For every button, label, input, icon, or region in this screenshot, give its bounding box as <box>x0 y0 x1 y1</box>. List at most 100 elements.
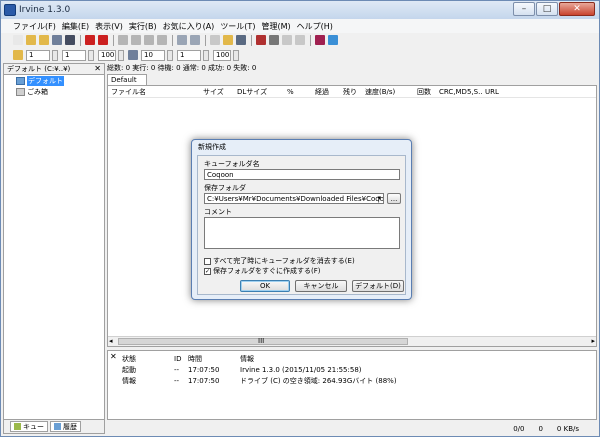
tree-item-trash[interactable]: ごみ箱 <box>4 86 104 97</box>
connections-field[interactable]: 1 <box>26 49 50 61</box>
tree-item-default[interactable]: デフォルト <box>4 75 104 86</box>
col-elapsed[interactable]: 経過 <box>312 87 340 97</box>
connections-spinner[interactable] <box>52 49 58 61</box>
interval-spinner[interactable] <box>167 49 173 61</box>
col-size[interactable]: サイズ <box>200 87 234 97</box>
save-folder-label: 保存フォルダ <box>204 184 246 192</box>
save-folder-combo[interactable]: C:¥Users¥Mr¥Documents¥Downloaded Files¥C… <box>204 193 384 204</box>
queue-folder-label: キューフォルダ名 <box>204 160 260 168</box>
speed-spinner[interactable] <box>233 49 239 61</box>
browse-button[interactable]: ... <box>387 193 401 204</box>
menu-edit[interactable]: 編集(E) <box>62 21 89 32</box>
col-state[interactable]: 状態 <box>122 354 174 364</box>
col-count[interactable]: 回数 <box>414 87 436 97</box>
close-icon[interactable]: ✕ <box>94 64 101 73</box>
log-id: -- <box>174 376 180 385</box>
checkbox-label: 保存フォルダをすぐに作成する(F) <box>213 267 321 275</box>
stop-icon[interactable] <box>118 35 128 45</box>
col-percent[interactable]: % <box>284 88 312 96</box>
default-button[interactable]: デフォルト(D) <box>352 280 404 292</box>
retries-spinner[interactable] <box>88 49 94 61</box>
page-icon[interactable] <box>295 35 305 45</box>
folder-icon[interactable] <box>223 35 233 45</box>
menu-favorites[interactable]: お気に入り(A) <box>163 21 215 32</box>
queue-folder-input[interactable]: Coqoon <box>204 169 400 180</box>
col-checksum[interactable]: CRC,MD5,S... <box>436 88 482 96</box>
start-all-icon[interactable] <box>98 35 108 45</box>
paste-icon[interactable] <box>282 35 292 45</box>
menu-help[interactable]: ヘルプ(H) <box>297 21 333 32</box>
save-as-icon[interactable] <box>65 35 75 45</box>
ok-button[interactable]: OK <box>240 280 290 292</box>
open-icon[interactable] <box>39 35 49 45</box>
trash-icon <box>16 87 25 96</box>
limit-field[interactable]: 100 <box>98 49 116 61</box>
retries-field[interactable]: 1 <box>62 49 86 61</box>
horizontal-scrollbar[interactable]: ◂ III ▸ <box>108 336 596 346</box>
panel-tabs: キュー 履歴 <box>4 419 104 433</box>
col-id[interactable]: ID <box>174 355 188 363</box>
brush-icon[interactable] <box>269 35 279 45</box>
window-title: Irvine 1.3.0 <box>19 5 71 15</box>
speed-field[interactable]: 100 <box>213 49 231 61</box>
down-icon[interactable] <box>190 35 200 45</box>
queue-icon <box>14 423 21 430</box>
col-url[interactable]: URL <box>482 88 522 96</box>
menu-manage[interactable]: 管理(M) <box>261 21 290 32</box>
checkbox-box[interactable] <box>204 257 211 265</box>
up-icon[interactable] <box>177 35 187 45</box>
menu-bar: ファイル(F) 編集(E) 表示(V) 実行(B) お気に入り(A) ツール(T… <box>1 19 599 33</box>
tab-queue[interactable]: キュー <box>10 421 48 432</box>
folder-panel-header: デフォルト (C:¥..¥) ✕ <box>4 64 104 75</box>
new-icon[interactable] <box>13 35 23 45</box>
book-icon[interactable] <box>315 35 325 45</box>
folder-icon[interactable] <box>13 50 23 60</box>
wait-spinner[interactable] <box>203 49 209 61</box>
checkbox-box[interactable]: ✓ <box>204 267 211 275</box>
globe-icon[interactable] <box>328 35 338 45</box>
title-bar[interactable]: Irvine 1.3.0 – □ ✕ <box>1 1 599 19</box>
close-icon[interactable]: ✕ <box>110 352 117 361</box>
create-folder-checkbox[interactable]: ✓ 保存フォルダをすぐに作成する(F) <box>204 266 321 276</box>
scissors-icon[interactable] <box>256 35 266 45</box>
cut-icon[interactable] <box>144 35 154 45</box>
tab-history[interactable]: 履歴 <box>50 421 81 432</box>
menu-file[interactable]: ファイル(F) <box>13 21 56 32</box>
copy-icon[interactable] <box>210 35 220 45</box>
close-button[interactable]: ✕ <box>559 2 595 16</box>
clear-icon[interactable] <box>157 35 167 45</box>
tab-label: 履歴 <box>63 422 77 431</box>
scroll-left-icon[interactable]: ◂ <box>109 337 113 345</box>
tree-item-label: ごみ箱 <box>27 87 48 96</box>
col-info[interactable]: 情報 <box>240 354 580 364</box>
scroll-right-icon[interactable]: ▸ <box>591 337 595 345</box>
interval-field[interactable]: 10 <box>141 49 165 61</box>
pause-icon[interactable] <box>131 35 141 45</box>
minimize-button[interactable]: – <box>513 2 535 16</box>
chevron-down-icon[interactable]: ▾ <box>377 194 381 202</box>
log-header: 状態 ID 時間 情報 <box>108 353 596 364</box>
clear-on-complete-checkbox[interactable]: すべて完了時にキューフォルダを消去する(E) <box>204 256 355 266</box>
save-icon[interactable] <box>52 35 62 45</box>
open-folder-icon[interactable] <box>26 35 36 45</box>
col-speed[interactable]: 速度(B/s) <box>362 87 414 97</box>
wait-field[interactable]: 1 <box>177 49 201 61</box>
col-filename[interactable]: ファイル名 <box>108 87 200 97</box>
col-dl-size[interactable]: DLサイズ <box>234 87 284 97</box>
col-time[interactable]: 時間 <box>188 354 240 364</box>
cancel-button[interactable]: キャンセル <box>295 280 347 292</box>
log-row[interactable]: 起動 -- 17:07:50 Irvine 1.3.0 (2015/11/05 … <box>108 364 596 375</box>
tab-default[interactable]: Default <box>107 74 147 85</box>
log-row[interactable]: 情報 -- 17:07:50 ドライブ (C) の空き領域: 264.93Gバイ… <box>108 375 596 386</box>
maximize-button[interactable]: □ <box>536 2 558 16</box>
properties-icon[interactable] <box>236 35 246 45</box>
menu-view[interactable]: 表示(V) <box>95 21 123 32</box>
menu-tools[interactable]: ツール(T) <box>220 21 255 32</box>
history-icon <box>54 423 61 430</box>
col-remaining[interactable]: 残り <box>340 87 362 97</box>
start-icon[interactable] <box>85 35 95 45</box>
limit-spinner[interactable] <box>118 49 124 61</box>
comment-textarea[interactable] <box>204 217 400 249</box>
new-queue-dialog: 新規作成 キューフォルダ名 Coqoon 保存フォルダ C:¥Users¥Mr¥… <box>191 139 412 300</box>
menu-run[interactable]: 実行(B) <box>129 21 157 32</box>
